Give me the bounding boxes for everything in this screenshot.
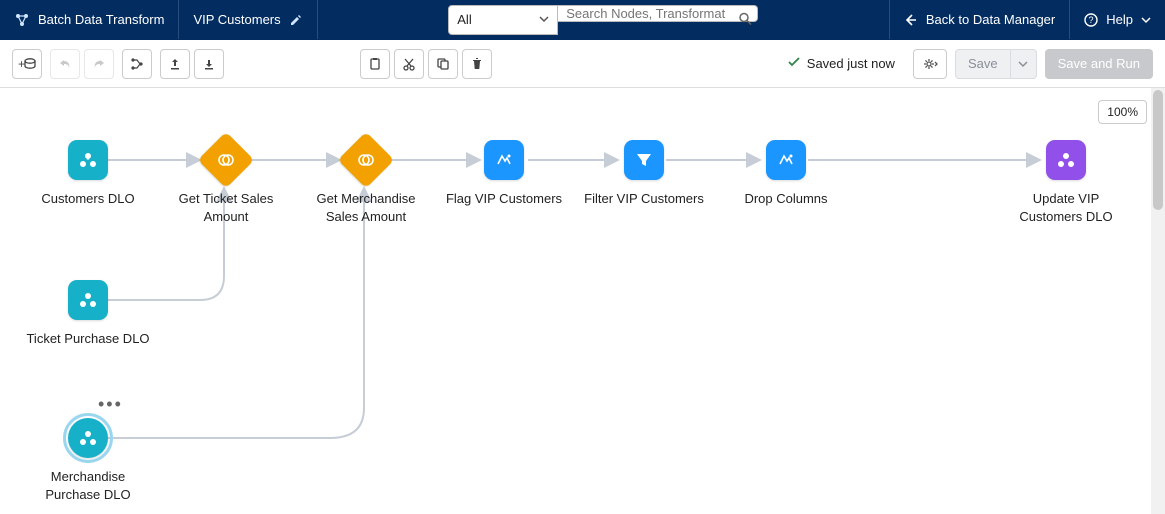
help-link[interactable]: ? Help [1069,0,1165,39]
node-label: Drop Columns [744,190,827,208]
save-button[interactable]: Save [955,49,1011,79]
filter-icon [624,140,664,180]
toolbar: + [0,40,1165,88]
node-update-vip[interactable]: Update VIP Customers DLO [996,140,1136,225]
search-category-select[interactable]: All [448,5,558,35]
arrow-left-icon [904,13,918,27]
node-get-ticket-amount[interactable]: Get Ticket Sales Amount [156,140,296,225]
canvas-area[interactable]: Customers DLO Get Ticket Sales Amount Ge… [0,88,1165,514]
clipboard-group [360,49,492,79]
edit-name-icon[interactable] [289,13,303,27]
node-customers-dlo[interactable]: Customers DLO [18,140,158,208]
search-area: All [440,0,766,39]
upload-button[interactable] [160,49,190,79]
app-brand: Batch Data Transform [0,0,179,39]
chevron-down-icon [1141,15,1151,25]
datasource-icon [68,418,108,458]
save-status: Saved just now [787,55,895,72]
node-ticket-purchase-dlo[interactable]: Ticket Purchase DLO [18,280,158,348]
vertical-scrollbar[interactable] [1151,88,1165,514]
delete-button[interactable] [462,49,492,79]
zoom-value: 100% [1107,105,1138,119]
transform-icon [14,12,30,28]
back-label: Back to Data Manager [926,12,1055,27]
scrollbar-thumb[interactable] [1153,90,1163,210]
node-label: Filter VIP Customers [584,190,704,208]
node-label: Get Merchandise Sales Amount [301,190,431,225]
join-icon [198,132,255,189]
node-flag-vip[interactable]: Flag VIP Customers [434,140,574,208]
flow-name: VIP Customers [193,12,280,27]
search-category-value: All [457,12,471,27]
node-label: Merchandise Purchase DLO [23,468,153,503]
paste-button[interactable] [360,49,390,79]
save-run-label: Save and Run [1058,56,1140,71]
node-label: Get Ticket Sales Amount [161,190,291,225]
datasource-icon [68,140,108,180]
node-label: Update VIP Customers DLO [1001,190,1131,225]
redo-button[interactable] [84,49,114,79]
settings-button[interactable] [913,49,947,79]
save-dropdown-button[interactable] [1011,49,1037,79]
node-menu-icon[interactable]: ••• [98,394,123,415]
layout-button[interactable] [122,49,152,79]
node-label: Customers DLO [41,190,134,208]
caret-down-icon [539,12,549,27]
zoom-indicator[interactable]: 100% [1098,100,1147,124]
save-label: Save [968,56,998,71]
status-text: Saved just now [807,56,895,71]
check-icon [787,55,801,72]
transform-icon [484,140,524,180]
app-title: Batch Data Transform [38,12,164,27]
node-filter-vip[interactable]: Filter VIP Customers [574,140,714,208]
help-icon: ? [1084,13,1098,27]
svg-text:+: + [18,57,25,71]
join-icon [338,132,395,189]
top-bar: Batch Data Transform VIP Customers All [0,0,1165,40]
transform-icon [766,140,806,180]
node-label: Ticket Purchase DLO [26,330,149,348]
save-and-run-button[interactable]: Save and Run [1045,49,1153,79]
datasource-icon [68,280,108,320]
svg-text:?: ? [1089,15,1094,25]
cut-button[interactable] [394,49,424,79]
search-input[interactable] [558,5,758,22]
help-label: Help [1106,12,1133,27]
node-merch-purchase-dlo[interactable]: Merchandise Purchase DLO [18,418,158,503]
undo-button[interactable] [50,49,80,79]
node-get-merch-amount[interactable]: Get Merchandise Sales Amount [296,140,436,225]
node-label: Flag VIP Customers [446,190,562,208]
flow-title-segment[interactable]: VIP Customers [179,0,317,39]
download-button[interactable] [194,49,224,79]
node-drop-columns[interactable]: Drop Columns [716,140,856,208]
back-link[interactable]: Back to Data Manager [889,0,1069,39]
add-data-source-button[interactable]: + [12,49,42,79]
output-icon [1046,140,1086,180]
copy-button[interactable] [428,49,458,79]
